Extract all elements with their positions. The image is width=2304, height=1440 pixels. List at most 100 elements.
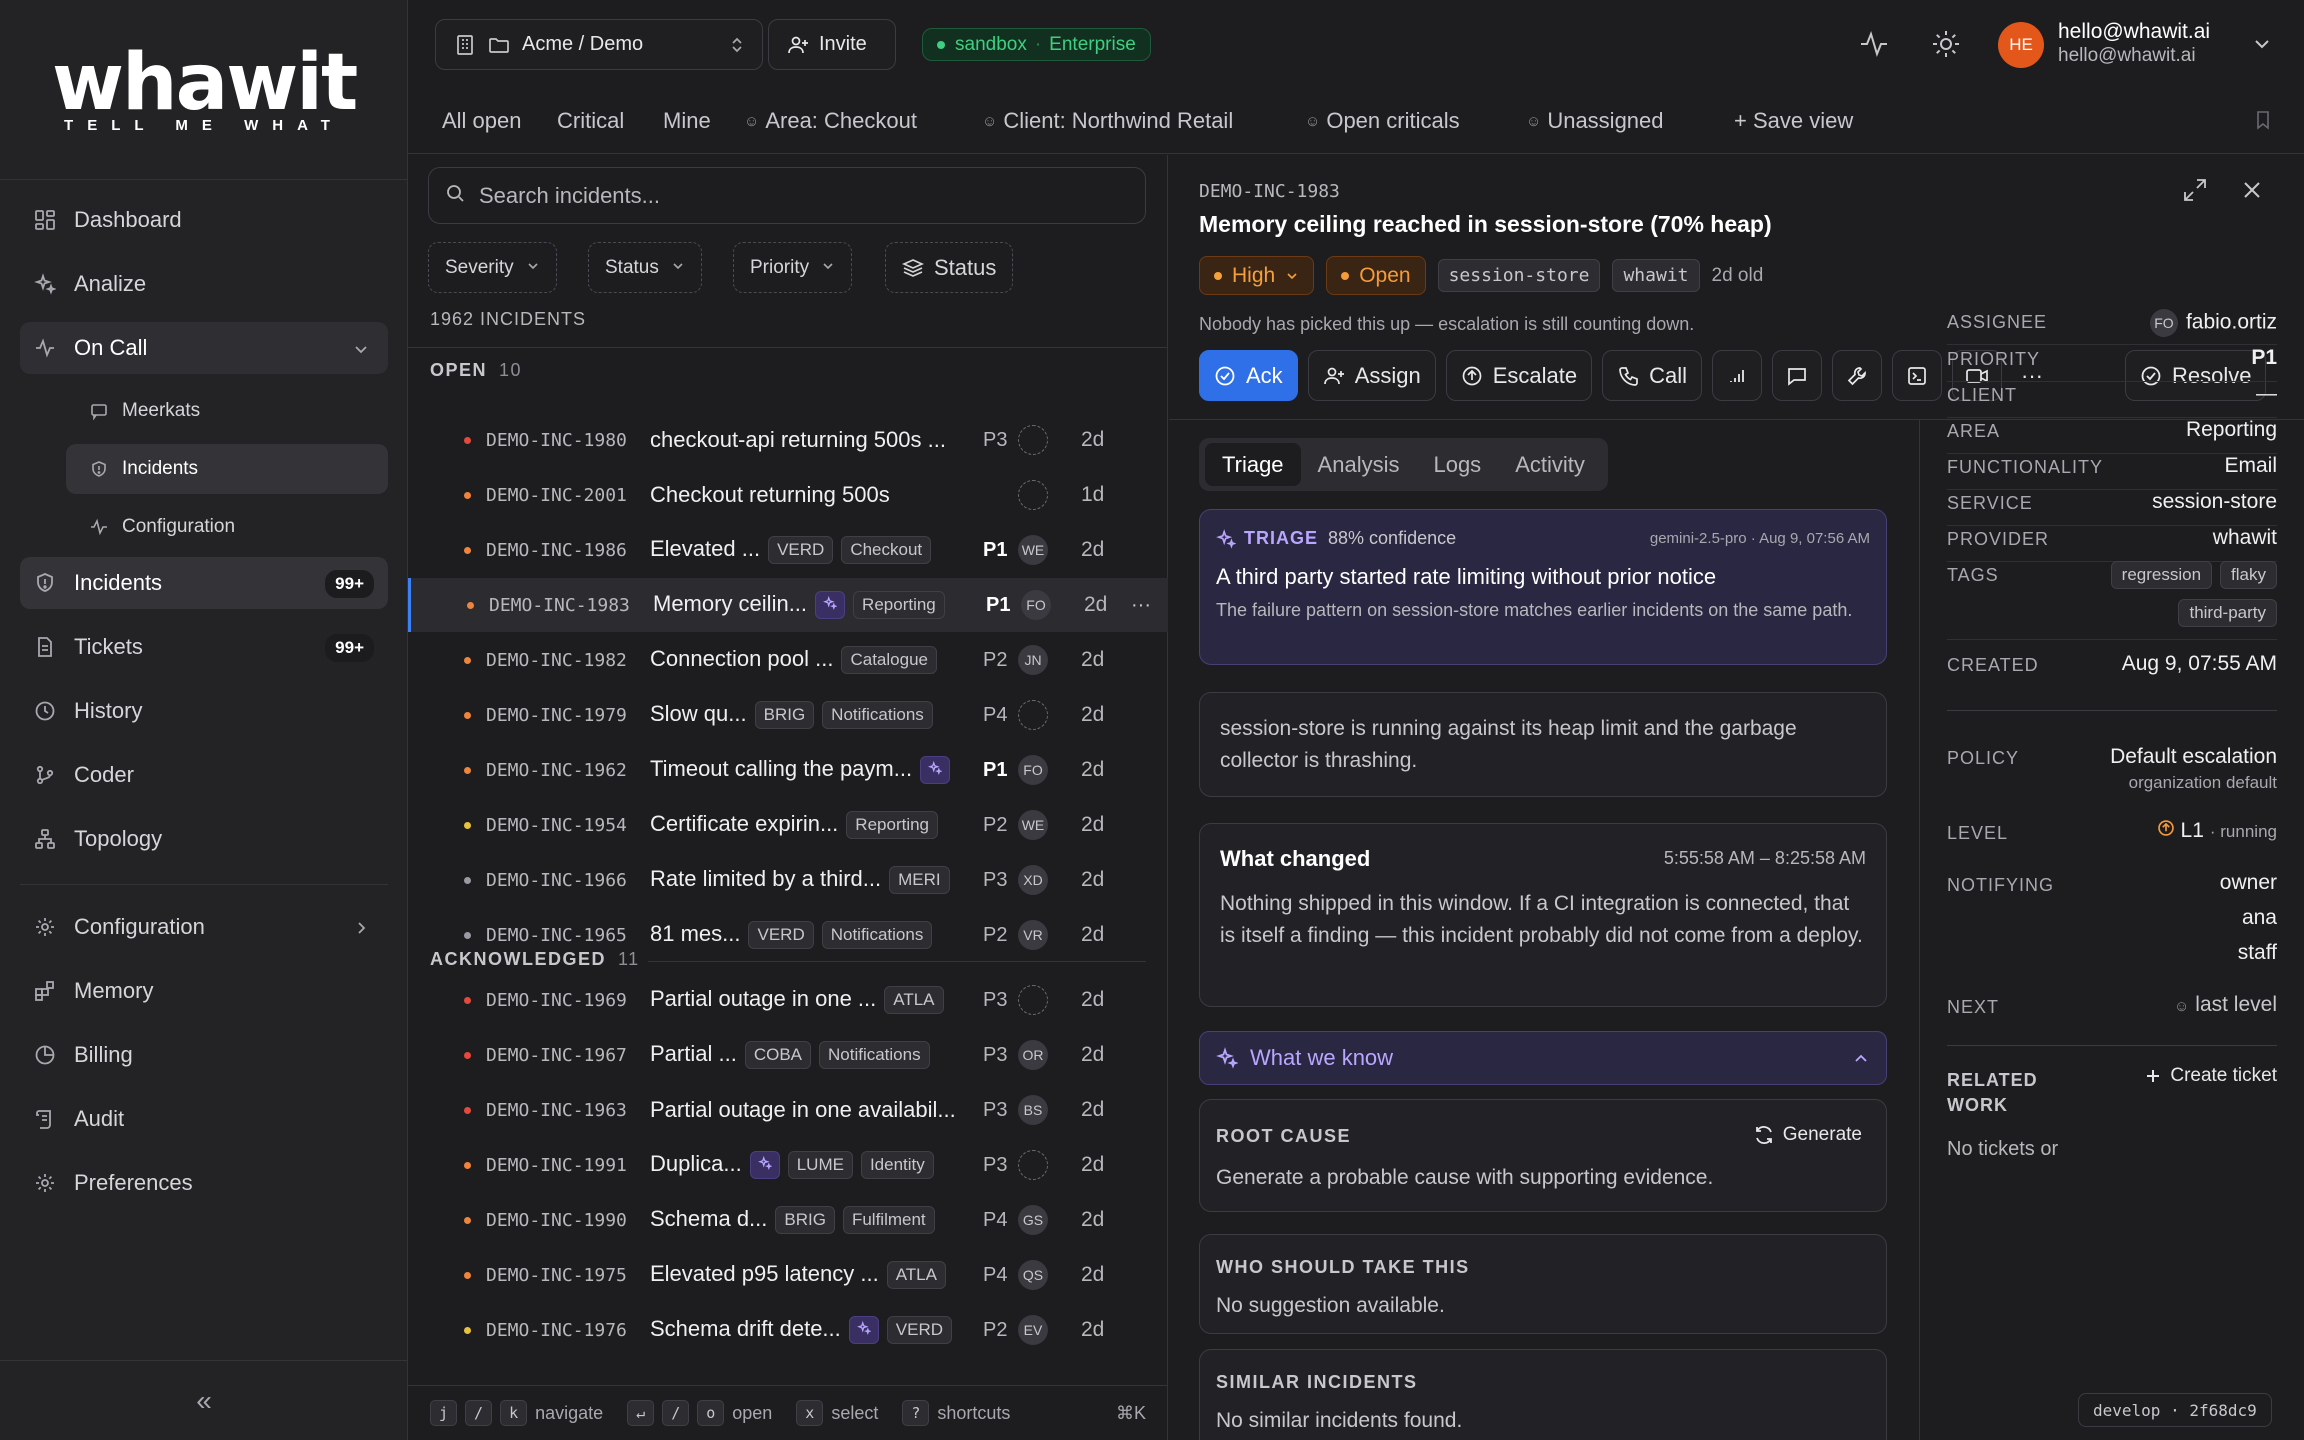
filter-status-group[interactable]: Status: [885, 242, 1014, 293]
table-row[interactable]: DEMO-INC-1967 Partial ... COBA Notification…: [408, 1028, 1168, 1082]
assignee-avatar[interactable]: FO: [1018, 755, 1048, 785]
table-row[interactable]: DEMO-INC-1986 Elevated ... VERD Checkout P1 W…: [408, 523, 1168, 577]
assignee-avatar[interactable]: WE: [1018, 810, 1048, 840]
table-row[interactable]: DEMO-INC-1983 Memory ceilin... Reporting P1…: [408, 578, 1168, 632]
view-open-criticals[interactable]: ☺ Open criticals: [1305, 108, 1460, 134]
table-row[interactable]: DEMO-INC-1963 Partial outage in one avail…: [408, 1083, 1168, 1137]
severity-dropdown[interactable]: High: [1199, 256, 1315, 295]
unassigned-avatar[interactable]: [1018, 425, 1048, 455]
runbook-button[interactable]: [1832, 350, 1883, 401]
assignee-avatar[interactable]: EV: [1018, 1315, 1048, 1345]
search-input[interactable]: Search incidents...: [479, 183, 660, 209]
bookmark-icon[interactable]: [2254, 110, 2272, 130]
prop-policy-value[interactable]: Default escalation: [2110, 745, 2277, 769]
sidebar-item-dashboard[interactable]: Dashboard: [20, 194, 388, 246]
prop-provider-value[interactable]: whawit: [2213, 526, 2277, 550]
tag-chip[interactable]: regression: [2110, 561, 2213, 589]
sidebar-item-oncall-configuration[interactable]: Configuration: [66, 502, 388, 552]
table-row[interactable]: DEMO-INC-1965 81 mes... VERD Notifications P…: [408, 908, 1168, 962]
table-row[interactable]: DEMO-INC-1966 Rate limited by a third... M…: [408, 853, 1168, 907]
assignee-avatar[interactable]: BS: [1018, 1095, 1048, 1125]
sidebar-item-configuration[interactable]: Configuration: [20, 901, 388, 953]
escalate-button[interactable]: Escalate: [1445, 350, 1593, 401]
sidebar-item-topology[interactable]: Topology: [20, 813, 388, 865]
create-ticket-button[interactable]: Create ticket: [2144, 1065, 2277, 1087]
sidebar-item-billing[interactable]: Billing: [20, 1029, 388, 1081]
assignee-avatar[interactable]: FO: [1021, 590, 1051, 620]
status-badge[interactable]: Open: [1326, 256, 1426, 295]
filter-severity[interactable]: Severity: [428, 242, 557, 293]
sidebar-item-oncall-incidents[interactable]: Incidents: [66, 444, 388, 494]
assignee-avatar[interactable]: XD: [1018, 865, 1048, 895]
tag-chip[interactable]: third-party: [2178, 599, 2277, 627]
workspace-switcher[interactable]: Acme / Demo: [435, 19, 763, 70]
table-row[interactable]: DEMO-INC-1969 Partial outage in one ... AT…: [408, 973, 1168, 1027]
invite-button[interactable]: Invite: [768, 19, 896, 70]
table-row[interactable]: DEMO-INC-1990 Schema d... BRIG Fulfilment P4…: [408, 1193, 1168, 1247]
sidebar-item-history[interactable]: History: [20, 685, 388, 737]
view-mine[interactable]: Mine: [663, 108, 711, 134]
assignee-avatar[interactable]: QS: [1018, 1260, 1048, 1290]
search-box[interactable]: Search incidents...: [428, 167, 1146, 224]
sidebar-item-incidents[interactable]: Incidents 99+: [20, 557, 388, 609]
tag-chip[interactable]: flaky: [2220, 561, 2277, 589]
prop-area-value[interactable]: Reporting: [2186, 418, 2277, 442]
activity-icon[interactable]: [1856, 26, 1892, 62]
assignee-avatar[interactable]: JN: [1018, 645, 1048, 675]
chevron-right-icon[interactable]: [352, 917, 370, 943]
group-header-open[interactable]: OPEN 10: [430, 360, 522, 381]
user-avatar[interactable]: HE: [1998, 22, 2044, 68]
comment-button[interactable]: [1772, 350, 1823, 401]
tab-logs[interactable]: Logs: [1416, 443, 1498, 486]
assignee-avatar[interactable]: OR: [1018, 1040, 1048, 1070]
sidebar-collapse-button[interactable]: «: [0, 1360, 408, 1440]
prop-functionality-value[interactable]: Email: [2224, 454, 2277, 478]
chevron-down-icon[interactable]: [352, 338, 370, 364]
call-button[interactable]: Call: [1602, 350, 1703, 401]
brand-logo[interactable]: whawit TELL ME WHAT: [0, 0, 408, 180]
chevron-down-icon[interactable]: [2244, 26, 2280, 62]
sidebar-item-tickets[interactable]: Tickets 99+: [20, 621, 388, 673]
sidebar-item-audit[interactable]: Audit: [20, 1093, 388, 1145]
sidebar-item-preferences[interactable]: Preferences: [20, 1157, 388, 1209]
sun-icon[interactable]: [1928, 26, 1964, 62]
unassigned-avatar[interactable]: [1018, 700, 1048, 730]
sidebar-item-memory[interactable]: Memory: [20, 965, 388, 1017]
sidebar-item-analize[interactable]: Analize: [20, 258, 388, 310]
table-row[interactable]: DEMO-INC-1976 Schema drift dete... VERD P2 E…: [408, 1303, 1168, 1357]
table-row[interactable]: DEMO-INC-1991 Duplica... LUME Identity P3 2d: [408, 1138, 1168, 1192]
prop-service-value[interactable]: session-store: [2152, 490, 2277, 514]
tab-triage[interactable]: Triage: [1205, 443, 1301, 486]
assignee-avatar[interactable]: GS: [1018, 1205, 1048, 1235]
ack-button[interactable]: Ack: [1199, 350, 1298, 401]
prop-assignee-value[interactable]: FO fabio.ortiz: [2149, 309, 2277, 337]
generate-button[interactable]: Generate: [1753, 1124, 1862, 1146]
terminal-button[interactable]: [1892, 350, 1943, 401]
unassigned-avatar[interactable]: [1018, 480, 1048, 510]
sidebar-item-on-call[interactable]: On Call: [20, 322, 388, 374]
what-we-know-toggle[interactable]: What we know: [1199, 1031, 1887, 1085]
view-client-northwind[interactable]: ☺ Client: Northwind Retail: [982, 108, 1233, 134]
command-palette-hint[interactable]: ⌘K: [1116, 1403, 1146, 1424]
table-row[interactable]: DEMO-INC-1954 Certificate expirin... Repor…: [408, 798, 1168, 852]
triage-card[interactable]: TRIAGE 88% confidence gemini-2.5-pro · A…: [1199, 509, 1887, 665]
row-more-icon[interactable]: ···: [1131, 594, 1151, 617]
table-row[interactable]: DEMO-INC-1979 Slow qu... BRIG Notifications…: [408, 688, 1168, 742]
view-area-checkout[interactable]: ☺ Area: Checkout: [744, 108, 917, 134]
table-row[interactable]: DEMO-INC-2001 Checkout returning 500s 1d: [408, 468, 1168, 522]
prop-priority-value[interactable]: P1: [2251, 346, 2277, 370]
assignee-avatar[interactable]: WE: [1018, 535, 1048, 565]
view-critical[interactable]: Critical: [557, 108, 624, 134]
tab-activity[interactable]: Activity: [1498, 443, 1602, 486]
tab-analysis[interactable]: Analysis: [1301, 443, 1417, 486]
user-email[interactable]: hello@whawit.ai: [2058, 20, 2210, 44]
unassigned-avatar[interactable]: [1018, 1150, 1048, 1180]
unassigned-avatar[interactable]: [1018, 985, 1048, 1015]
filter-status[interactable]: Status: [588, 242, 702, 293]
filter-priority[interactable]: Priority: [733, 242, 853, 293]
table-row[interactable]: DEMO-INC-1975 Elevated p95 latency ... ATL…: [408, 1248, 1168, 1302]
table-row[interactable]: DEMO-INC-1962 Timeout calling the paym...…: [408, 743, 1168, 797]
sidebar-item-coder[interactable]: Coder: [20, 749, 388, 801]
assign-button[interactable]: Assign: [1307, 350, 1436, 401]
table-row[interactable]: DEMO-INC-1982 Connection pool ... Catalogu…: [408, 633, 1168, 687]
